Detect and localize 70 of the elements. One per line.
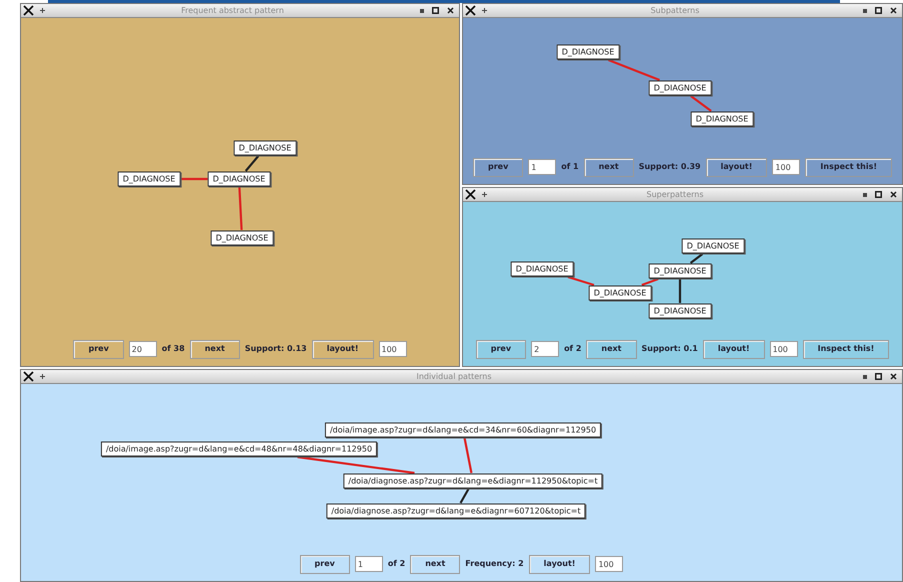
window-title: Frequent abstract pattern — [180, 6, 285, 14]
toolbar-button[interactable]: prev — [300, 554, 350, 574]
toolbar-button[interactable]: layout! — [528, 554, 590, 574]
number-field[interactable]: 1 — [354, 556, 383, 572]
number-field[interactable]: 100 — [770, 341, 798, 357]
close-x-icon[interactable] — [23, 371, 34, 382]
graph-node[interactable]: /doia/image.asp?zugr=d&lang=e&cd=48&nr=48&diagnr=112950 — [100, 442, 378, 456]
toolbar-label: of 38 — [162, 343, 185, 355]
number-field[interactable]: 2 — [531, 341, 560, 357]
toolbar-label: of 2 — [388, 558, 406, 570]
minimize-icon[interactable] — [863, 192, 867, 196]
number-field[interactable]: 100 — [595, 556, 624, 572]
minimize-icon[interactable] — [420, 8, 424, 12]
graph-node[interactable]: D_DIAGNOSE — [648, 304, 712, 318]
toolbar-button[interactable]: layout! — [702, 340, 765, 358]
minimize-icon[interactable] — [863, 8, 867, 12]
close-icon[interactable] — [890, 191, 897, 198]
maximize-icon[interactable] — [432, 7, 439, 14]
toolbar-button[interactable]: prev — [73, 340, 124, 358]
toolbar-button[interactable]: next — [584, 158, 634, 176]
close-icon[interactable] — [890, 373, 897, 380]
toolbar-label: of 2 — [564, 343, 582, 355]
number-field[interactable]: 1 — [528, 159, 556, 175]
toolbar-button[interactable]: prev — [472, 158, 524, 176]
graph-node[interactable]: /doia/image.asp?zugr=d&lang=e&cd=34&nr=60&diagnr=112950 — [324, 422, 602, 438]
number-field[interactable]: 100 — [378, 341, 406, 357]
close-x-icon[interactable] — [23, 5, 34, 16]
graph-node[interactable]: /doia/diagnose.asp?zugr=d&lang=e&diagnr=112950&topic=t — [343, 474, 603, 488]
number-field[interactable]: 20 — [128, 341, 157, 357]
minimize-icon[interactable] — [863, 374, 867, 378]
toolbar-button[interactable]: layout! — [312, 340, 374, 358]
close-icon[interactable] — [890, 7, 897, 14]
toolbar-label: of 1 — [561, 161, 579, 173]
toolbar-button[interactable]: Inspect this! — [802, 340, 890, 358]
toolbar-button[interactable]: prev — [476, 340, 526, 358]
toolbar-label: Support: 0.39 — [638, 161, 701, 173]
window-title: Individual patterns — [415, 372, 493, 380]
toolbar-button[interactable]: next — [586, 340, 636, 358]
close-x-icon[interactable] — [465, 189, 476, 200]
graph-node[interactable]: D_DIAGNOSE — [648, 80, 712, 96]
toolbar-button[interactable]: Inspect this! — [805, 158, 892, 176]
toolbar-button[interactable]: next — [410, 554, 460, 574]
graph-node[interactable]: D_DIAGNOSE — [690, 112, 754, 126]
graph-node[interactable]: D_DIAGNOSE — [648, 264, 712, 278]
graph-node[interactable]: D_DIAGNOSE — [510, 262, 574, 276]
graph-node[interactable]: D_DIAGNOSE — [208, 172, 270, 186]
window-title: Subpatterns — [650, 6, 700, 14]
toolbar-button[interactable]: next — [190, 340, 240, 358]
toolbar-label: Support: 0.13 — [244, 343, 307, 355]
pin-icon[interactable] — [482, 192, 487, 197]
toolbar-label: Support: 0.1 — [642, 343, 698, 355]
toolbar-label: Frequency: 2 — [465, 558, 524, 570]
pin-icon[interactable] — [40, 8, 45, 13]
close-x-icon[interactable] — [465, 5, 476, 16]
graph-node[interactable]: D_DIAGNOSE — [682, 238, 744, 254]
graph-node[interactable]: D_DIAGNOSE — [556, 44, 620, 60]
close-icon[interactable] — [447, 7, 454, 14]
toolbar-button[interactable]: layout! — [706, 158, 768, 176]
graph-node[interactable]: D_DIAGNOSE — [210, 230, 274, 246]
maximize-icon[interactable] — [875, 373, 882, 380]
pin-icon[interactable] — [40, 374, 45, 379]
graph-node[interactable]: D_DIAGNOSE — [118, 172, 180, 186]
graph-node[interactable]: D_DIAGNOSE — [588, 286, 652, 300]
graph-node[interactable]: D_DIAGNOSE — [234, 140, 296, 156]
window-title: Superpatterns — [646, 190, 704, 198]
maximize-icon[interactable] — [875, 7, 882, 14]
maximize-icon[interactable] — [875, 191, 882, 198]
number-field[interactable]: 100 — [772, 159, 800, 175]
pin-icon[interactable] — [482, 8, 487, 13]
graph-node[interactable]: /doia/diagnose.asp?zugr=d&lang=e&diagnr=607120&topic=t — [326, 504, 586, 518]
